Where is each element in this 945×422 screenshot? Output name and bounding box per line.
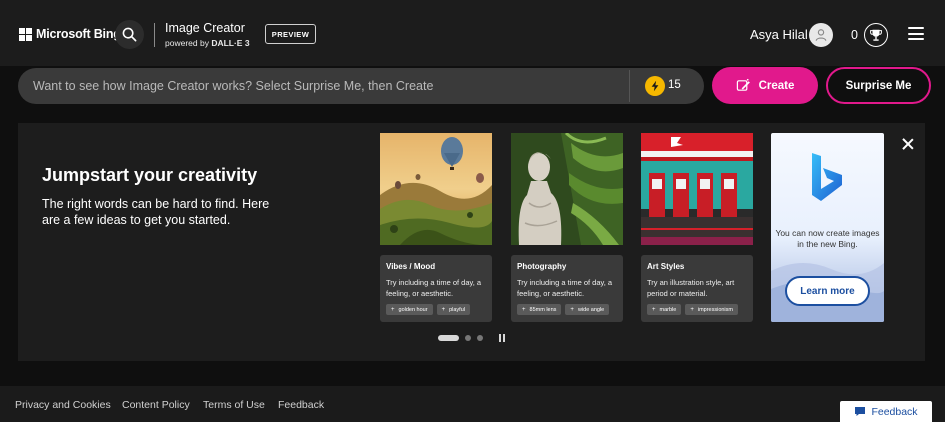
user-icon	[815, 29, 827, 41]
rewards-count[interactable]: 0	[851, 28, 858, 42]
rewards-trophy-icon[interactable]	[864, 23, 888, 47]
chip-marble[interactable]: marble	[647, 304, 682, 315]
feedback-icon	[855, 407, 866, 416]
chip-playful[interactable]: playful	[436, 304, 470, 315]
carousel-dot-3[interactable]	[477, 335, 483, 341]
avatar[interactable]	[809, 23, 833, 47]
preview-badge: PREVIEW	[265, 24, 316, 44]
card-image-balloons	[380, 133, 492, 245]
chip-impressionism[interactable]: impressionism	[685, 304, 738, 315]
create-label: Create	[758, 79, 795, 92]
menu-icon[interactable]	[908, 27, 924, 40]
card-body: Art Styles Try an illustration style, ar…	[641, 255, 753, 322]
jumpstart-panel: Jumpstart your creativity The right word…	[18, 123, 925, 361]
card-text: Try including a time of day, a feeling, …	[386, 278, 482, 298]
bing-promo-card: You can now create images in the new Bin…	[771, 133, 884, 322]
feedback-button[interactable]: Feedback	[840, 401, 932, 422]
footer-link-terms[interactable]: Terms of Use	[203, 399, 265, 411]
footer-link-content-policy[interactable]: Content Policy	[122, 399, 190, 411]
top-header: Microsoft Bing Image Creator powered by …	[0, 0, 945, 66]
carousel-dot-2[interactable]	[465, 335, 471, 341]
learn-more-button[interactable]: Learn more	[785, 276, 870, 306]
footer: Privacy and Cookies Content Policy Terms…	[0, 386, 945, 422]
boost-icon[interactable]	[645, 76, 665, 96]
feedback-label: Feedback	[871, 405, 918, 418]
promo-text: You can now create images in the new Bin…	[775, 228, 880, 249]
header-divider	[154, 23, 155, 47]
chip-golden-hour[interactable]: golden hour	[386, 304, 433, 315]
idea-card-photography[interactable]: Photography Try including a time of day,…	[511, 133, 623, 322]
card-text: Try an illustration style, art period or…	[647, 278, 735, 298]
idea-card-art-styles[interactable]: Art Styles Try an illustration style, ar…	[641, 133, 753, 322]
card-body: Vibes / Mood Try including a time of day…	[380, 255, 492, 322]
product-title[interactable]: Image Creator	[165, 21, 245, 35]
chip-85mm-lens[interactable]: 85mm lens	[517, 304, 562, 315]
pause-icon[interactable]	[499, 334, 505, 342]
search-icon	[122, 27, 137, 42]
chip-wide-angle[interactable]: wide angle	[565, 304, 610, 315]
card-image-statue	[511, 133, 623, 245]
bing-logo-icon	[812, 153, 842, 201]
idea-card-vibes[interactable]: Vibes / Mood Try including a time of day…	[380, 133, 492, 322]
search-button[interactable]	[115, 20, 144, 49]
microsoft-logo-icon[interactable]	[19, 28, 32, 41]
carousel-indicator	[438, 334, 505, 342]
prompt-bar: 15	[18, 68, 704, 104]
product-subtitle: powered by DALL·E 3	[165, 38, 250, 48]
jumpstart-description: The right words can be hard to find. Her…	[42, 197, 270, 227]
user-name[interactable]: Asya Hilal	[750, 27, 808, 42]
card-text: Try including a time of day, a feeling, …	[517, 278, 613, 298]
jumpstart-title: Jumpstart your creativity	[42, 165, 258, 185]
boost-count: 15	[668, 79, 681, 91]
create-button[interactable]: Create	[712, 67, 818, 104]
footer-link-privacy[interactable]: Privacy and Cookies	[15, 399, 111, 411]
close-icon[interactable]	[902, 138, 914, 150]
card-title: Vibes / Mood	[386, 262, 436, 271]
card-image-gas-station	[641, 133, 753, 245]
create-icon	[736, 78, 750, 91]
card-title: Art Styles	[647, 262, 685, 271]
surprise-me-button[interactable]: Surprise Me	[826, 67, 931, 104]
card-body: Photography Try including a time of day,…	[511, 255, 623, 322]
prompt-input[interactable]	[33, 68, 623, 104]
footer-link-feedback[interactable]: Feedback	[278, 399, 324, 411]
prompt-divider	[629, 70, 630, 102]
bing-brand-link[interactable]: Microsoft Bing	[36, 27, 121, 41]
carousel-dot-1[interactable]	[438, 335, 459, 341]
card-title: Photography	[517, 262, 567, 271]
